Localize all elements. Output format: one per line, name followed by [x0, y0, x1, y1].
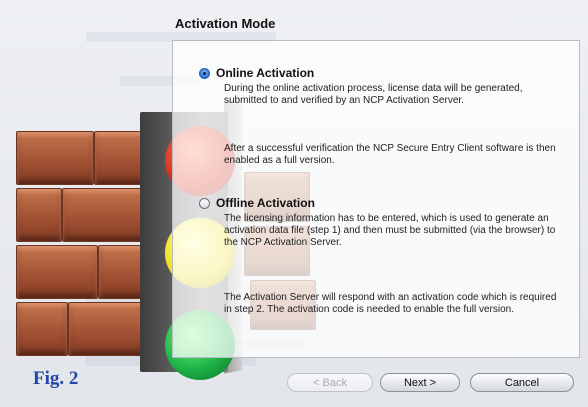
offline-activation-option[interactable]: Offline Activation	[199, 196, 315, 210]
offline-description-2: The Activation Server will respond with …	[224, 292, 557, 315]
back-button[interactable]: < Back	[287, 373, 373, 392]
offline-activation-radio[interactable]	[199, 197, 210, 209]
brick	[62, 188, 148, 242]
online-description-2: After a successful verification the NCP …	[224, 143, 556, 166]
online-activation-radio[interactable]	[199, 67, 210, 79]
brick	[16, 302, 68, 356]
online-activation-label: Online Activation	[216, 66, 315, 80]
brick-wall	[16, 131, 148, 363]
brick	[16, 131, 94, 185]
dialog-title: Activation Mode	[175, 16, 276, 31]
brick	[16, 245, 98, 299]
brick	[16, 188, 62, 242]
offline-activation-label: Offline Activation	[216, 196, 315, 210]
brick	[68, 302, 148, 356]
figure-label: Fig. 2	[33, 368, 79, 389]
cancel-button[interactable]: Cancel	[470, 373, 574, 392]
online-description-1: During the online activation process, li…	[224, 83, 523, 106]
activation-dialog: Activation Mode Online Activation During…	[0, 0, 588, 407]
online-activation-option[interactable]: Online Activation	[199, 66, 314, 80]
next-button[interactable]: Next >	[380, 373, 460, 392]
offline-description-1: The licensing information has to be ente…	[224, 213, 556, 248]
